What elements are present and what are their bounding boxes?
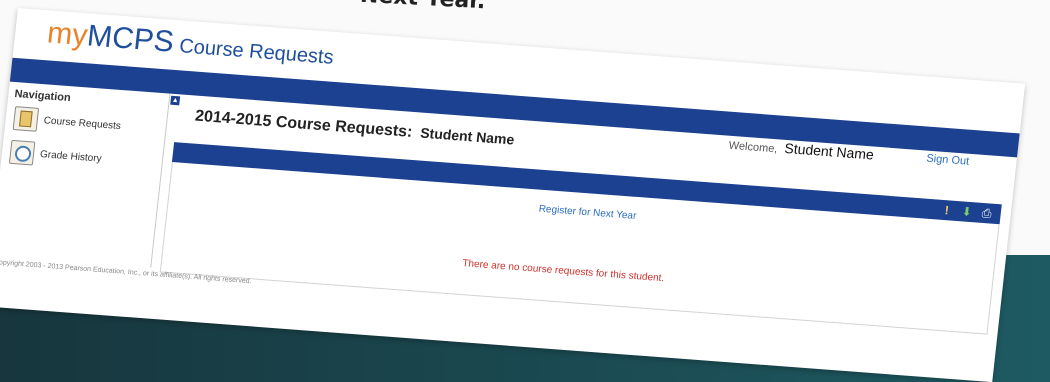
logo-my: my [45,16,90,53]
page-title-text: 2014-2015 Course Requests: [194,107,414,141]
download-icon[interactable]: ⬇ [960,204,974,220]
sidebar-item-label: Course Requests [43,114,122,132]
sidebar-title: Navigation [13,88,72,105]
clock-icon [8,139,36,166]
sidebar-item-grade-history[interactable]: Grade History [8,139,103,171]
print-icon[interactable]: ⎙ [980,206,994,222]
sidebar-item-course-requests[interactable]: Course Requests [12,106,123,138]
logo-mcps: MCPS [85,19,176,59]
alert-icon[interactable]: ! [940,203,954,219]
logo-subtitle: Course Requests [178,35,335,69]
sidebar: Navigation Course Requests Grade History [0,81,171,268]
toolbar-icons: ! ⬇ ⎙ [940,203,994,222]
document-icon [12,106,40,132]
page-title-student-name: Student Name [419,124,516,148]
sidebar-item-label: Grade History [39,148,103,165]
